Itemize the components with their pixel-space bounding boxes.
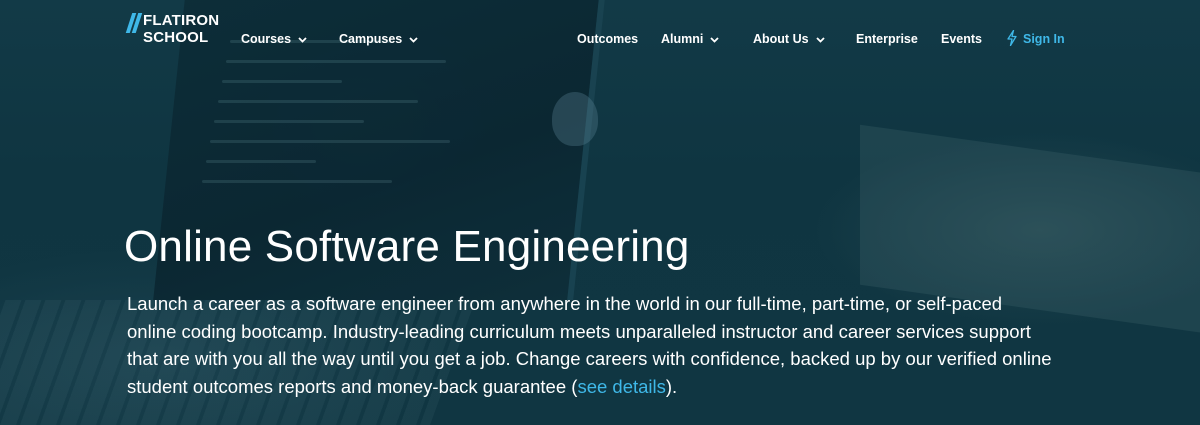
- logo-line-1: Flatiron: [143, 12, 220, 29]
- nav-outcomes[interactable]: Outcomes: [577, 30, 638, 48]
- code-line: [202, 180, 392, 183]
- laptop-logo-image: [552, 92, 598, 146]
- code-line: [222, 80, 342, 83]
- logo-line-2: School: [143, 29, 209, 46]
- hero-description-text: ).: [665, 375, 678, 397]
- page-title: Online Software Engineering: [124, 222, 690, 271]
- see-details-link[interactable]: see details: [577, 376, 665, 397]
- nav-courses-label: Courses: [241, 32, 292, 46]
- nav-events-label: Events: [941, 32, 982, 46]
- nav-outcomes-label: Outcomes: [577, 32, 639, 46]
- chevron-down-icon: [709, 34, 720, 45]
- nav-campuses[interactable]: Campuses: [339, 30, 419, 48]
- sign-in-link[interactable]: Sign In: [1007, 29, 1065, 49]
- chevron-down-icon: [297, 34, 308, 45]
- hero-description-line-last: student outcomes reports and money-back …: [127, 373, 1087, 401]
- nav-campuses-label: Campuses: [339, 32, 403, 46]
- code-line: [218, 100, 418, 103]
- hero-description-line: online coding bootcamp. Industry-leading…: [127, 320, 1031, 342]
- hero-description: Launch a career as a software engineer f…: [127, 290, 1087, 400]
- sign-in-label: Sign In: [1023, 32, 1065, 46]
- double-slash-logo-icon: [125, 13, 143, 33]
- chevron-down-icon: [408, 34, 419, 45]
- nav-alumni[interactable]: Alumni: [661, 30, 720, 48]
- nav-events[interactable]: Events: [941, 30, 982, 48]
- top-navigation: Flatiron School Courses Campuses Outcome…: [0, 0, 1200, 76]
- nav-enterprise-label: Enterprise: [856, 32, 918, 46]
- code-line: [214, 120, 364, 123]
- nav-courses[interactable]: Courses: [241, 30, 308, 48]
- hero-description-line: that are with you all the way until you …: [127, 348, 1052, 369]
- code-line: [210, 140, 450, 143]
- nav-alumni-label: Alumni: [661, 32, 704, 46]
- nav-about-us-label: About Us: [753, 32, 809, 46]
- lightning-bolt-icon: [1007, 29, 1017, 49]
- logo-wordmark: Flatiron School: [143, 12, 219, 46]
- hero-description-text: student outcomes reports and money-back …: [127, 375, 578, 397]
- flatiron-school-logo[interactable]: Flatiron School: [125, 12, 219, 52]
- code-line: [206, 160, 316, 163]
- nav-enterprise[interactable]: Enterprise: [856, 30, 918, 48]
- nav-about-us[interactable]: About Us: [753, 30, 826, 48]
- hero-description-line: Launch a career as a software engineer f…: [127, 293, 1003, 314]
- chevron-down-icon: [815, 34, 826, 45]
